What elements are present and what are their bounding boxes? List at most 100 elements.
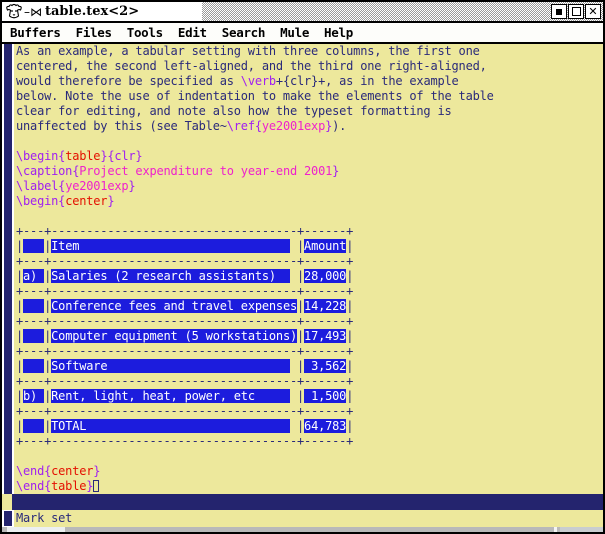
menu-item-search[interactable]: Search xyxy=(222,25,265,40)
text-segment: 17,493 xyxy=(304,329,346,343)
text-segment: | xyxy=(16,329,23,343)
text-segment: | xyxy=(16,239,23,253)
menu-item-mule[interactable]: Mule xyxy=(280,25,309,40)
buffer-line: \end{table} xyxy=(16,479,603,494)
text-segment: }{clr} xyxy=(100,149,142,163)
text-segment: +---+-----------------------------------… xyxy=(16,284,353,298)
buffer-line: | |Item |Amount| xyxy=(16,239,603,254)
bottom-frame xyxy=(2,527,603,532)
menu-item-help[interactable]: Help xyxy=(324,25,353,40)
buffer-line: +---+-----------------------------------… xyxy=(16,224,603,239)
text-segment xyxy=(23,239,44,253)
title-bar[interactable]: –⋈ table.tex<2> ✕ xyxy=(2,2,603,22)
text-segment: unaffected by this (see Table~ xyxy=(16,119,227,133)
text-segment: | xyxy=(346,389,353,403)
buffer-line: +---+-----------------------------------… xyxy=(16,344,603,359)
text-segment: | xyxy=(290,359,304,373)
text-segment: \ref{ xyxy=(227,119,262,133)
menu-bar: Buffers Files Tools Edit Search Mule Help xyxy=(2,23,603,43)
minibuffer[interactable]: Mark set xyxy=(14,510,603,527)
buffer-line: would therefore be specified as \verb+{c… xyxy=(16,74,603,89)
text-segment: | xyxy=(297,329,304,343)
text-segment: | xyxy=(346,239,353,253)
text-segment: would therefore be specified as xyxy=(16,74,241,88)
buffer-area[interactable]: As an example, a tabular setting with th… xyxy=(14,44,603,494)
text-segment: 3,562 xyxy=(304,359,346,373)
text-segment: 1,500 xyxy=(304,389,346,403)
close-button[interactable]: ✕ xyxy=(585,4,601,19)
text-segment: +---+-----------------------------------… xyxy=(16,434,353,448)
bottom-frame-divider xyxy=(554,527,557,532)
buffer-line: \end{center} xyxy=(16,464,603,479)
minibuffer-scrollbar[interactable] xyxy=(2,510,14,527)
buffer-line: \begin{table}{clr} xyxy=(16,149,603,164)
buffer-line: \label{ye2001exp} xyxy=(16,179,603,194)
buffer-line xyxy=(16,449,603,464)
buffer-line: +---+-----------------------------------… xyxy=(16,314,603,329)
emacs-window: –⋈ table.tex<2> ✕ Buffers Files Tools Edit S… xyxy=(0,0,605,534)
text-segment: | xyxy=(16,389,23,403)
text-segment: ye2001exp xyxy=(262,119,325,133)
buffer-line: +---+-----------------------------------… xyxy=(16,374,603,389)
window-title: table.tex<2> xyxy=(45,4,139,19)
maximize-button[interactable] xyxy=(568,4,584,19)
text-segment: 14,228 xyxy=(304,299,346,313)
text-segment: +---+-----------------------------------… xyxy=(16,404,353,418)
menu-item-files[interactable]: Files xyxy=(76,25,112,40)
text-segment: | xyxy=(290,239,304,253)
text-segment: } xyxy=(93,464,100,478)
text-segment: \verb xyxy=(241,74,276,88)
text-segment: +---+-----------------------------------… xyxy=(16,224,353,238)
text-segment: } xyxy=(332,164,339,178)
bottom-frame-right-notch xyxy=(560,527,603,532)
text-segment: | xyxy=(16,359,23,373)
text-segment: \begin{ xyxy=(16,194,65,208)
text-segment: center xyxy=(65,194,107,208)
text-segment: Conference fees and travel expenses xyxy=(51,299,297,313)
text-segment: +---+-----------------------------------… xyxy=(16,314,353,328)
text-segment: 64,783 xyxy=(304,419,346,433)
minimize-button[interactable] xyxy=(551,4,567,19)
text-segment: | xyxy=(290,389,304,403)
buffer-line: clear for editing, and note also how the… xyxy=(16,104,603,119)
text-segment: TOTAL xyxy=(51,419,290,433)
text-segment: | xyxy=(346,299,353,313)
text-segment: 28,000 xyxy=(304,269,346,283)
text-segment: } xyxy=(128,179,135,193)
minibuffer-message: Mark set xyxy=(14,510,603,527)
text-segment: Project expenditure to year-end 2001 xyxy=(79,164,332,178)
pin-icon: –⋈ xyxy=(24,5,42,19)
buffer-line: | |Software | 3,562| xyxy=(16,359,603,374)
menu-item-tools[interactable]: Tools xyxy=(127,25,163,40)
window-controls: ✕ xyxy=(550,4,601,20)
text-segment: | xyxy=(346,329,353,343)
text-cursor xyxy=(93,480,99,492)
text-segment: table xyxy=(65,149,100,163)
text-segment: a) xyxy=(23,269,44,283)
text-segment: | xyxy=(16,269,23,283)
frame-content: As an example, a tabular setting with th… xyxy=(2,44,603,532)
text-segment: +---+-----------------------------------… xyxy=(16,254,353,268)
buffer-line xyxy=(16,134,603,149)
scrollbar-thumb[interactable] xyxy=(4,44,12,494)
text-segment: | xyxy=(346,359,353,373)
menu-item-edit[interactable]: Edit xyxy=(178,25,207,40)
scrollbar-track[interactable] xyxy=(2,44,14,494)
text-segment: center xyxy=(51,464,93,478)
buffer-line: +---+-----------------------------------… xyxy=(16,254,603,269)
text-segment: Rent, light, heat, power, etc xyxy=(51,389,290,403)
text-segment: } xyxy=(107,194,114,208)
text-segment: \begin{ xyxy=(16,149,65,163)
mode-line[interactable]: --:** table.tex<2> (Text Fill)--L30--All… xyxy=(12,494,603,510)
menu-item-buffers[interactable]: Buffers xyxy=(10,25,61,40)
buffer-line: centered, the second left-aligned, and t… xyxy=(16,59,603,74)
text-segment: clear for editing, and note also how the… xyxy=(16,104,452,118)
buffer-line: +---+-----------------------------------… xyxy=(16,284,603,299)
text-segment: As an example, a tabular setting with th… xyxy=(16,44,480,58)
text-segment: | xyxy=(297,299,304,313)
text-segment: | xyxy=(16,299,23,313)
text-segment: table xyxy=(51,479,86,493)
buffer-line: +---+-----------------------------------… xyxy=(16,404,603,419)
buffer-line: As an example, a tabular setting with th… xyxy=(16,44,603,59)
buffer-line: |b) |Rent, light, heat, power, etc | 1,5… xyxy=(16,389,603,404)
